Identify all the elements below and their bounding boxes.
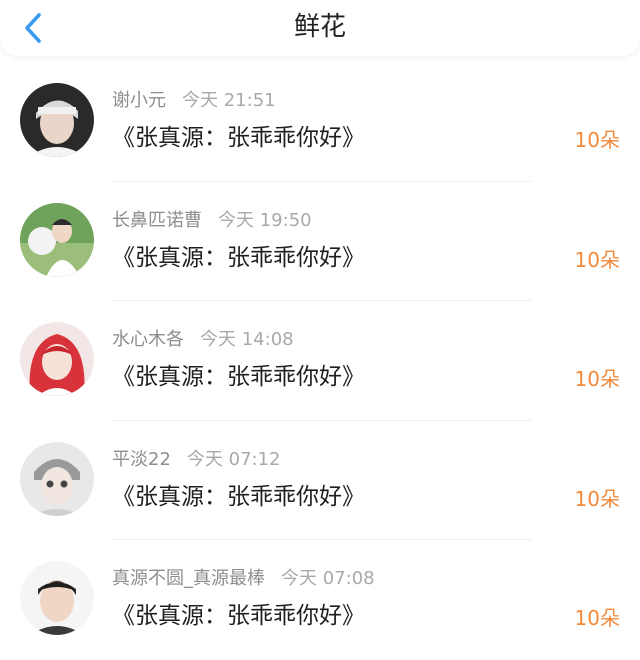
list-item[interactable]: 长鼻匹诺曹 今天 19:50 《张真源：张乖乖你好》 10朵 [0, 182, 640, 301]
timestamp: 今天 07:08 [281, 568, 375, 589]
gift-title: 《张真源：张乖乖你好》 [112, 125, 365, 151]
flower-count: 10朵 [574, 606, 620, 630]
flower-count: 10朵 [574, 367, 620, 391]
list-item[interactable]: 平淡22 今天 07:12 《张真源：张乖乖你好》 10朵 [0, 421, 640, 540]
timestamp: 今天 14:08 [200, 329, 294, 350]
gift-title: 《张真源：张乖乖你好》 [112, 244, 365, 271]
gift-title: 《张真源：张乖乖你好》 [112, 364, 365, 390]
gift-title: 《张真源：张乖乖你好》 [112, 483, 365, 510]
avatar[interactable] [20, 561, 94, 635]
flower-count: 10朵 [574, 128, 620, 152]
list-item[interactable]: 水心木各 今天 14:08 《张真源：张乖乖你好》 10朵 [0, 301, 640, 421]
list-item[interactable]: 谢小元 今天 21:51 《张真源：张乖乖你好》 10朵 [0, 62, 640, 182]
flower-count: 10朵 [574, 486, 620, 511]
timestamp: 今天 07:12 [186, 448, 281, 470]
username[interactable]: 真源不圆_真源最棒 [112, 568, 265, 589]
flower-count: 10朵 [574, 247, 620, 272]
timestamp: 今天 19:50 [218, 209, 312, 231]
username[interactable]: 平淡22 [112, 449, 171, 470]
avatar[interactable] [20, 322, 94, 396]
page-title: 鲜花 [293, 12, 346, 42]
timestamp: 今天 21:51 [182, 90, 276, 111]
list-item[interactable]: 真源不圆_真源最棒 今天 07:08 《张真源：张乖乖你好》 10朵 [0, 540, 640, 660]
gift-title: 《张真源：张乖乖你好》 [112, 603, 365, 629]
avatar[interactable] [20, 441, 94, 516]
username[interactable]: 长鼻匹诺曹 [112, 210, 202, 231]
flower-gift-list: 谢小元 今天 21:51 《张真源：张乖乖你好》 10朵 长鼻匹诺曹 今天 19:5… [0, 62, 640, 660]
username[interactable]: 水心木各 [112, 329, 184, 350]
avatar[interactable] [20, 202, 94, 277]
avatar[interactable] [20, 83, 94, 157]
username[interactable]: 谢小元 [112, 90, 166, 111]
top-bar: 鲜花 [0, 0, 640, 56]
